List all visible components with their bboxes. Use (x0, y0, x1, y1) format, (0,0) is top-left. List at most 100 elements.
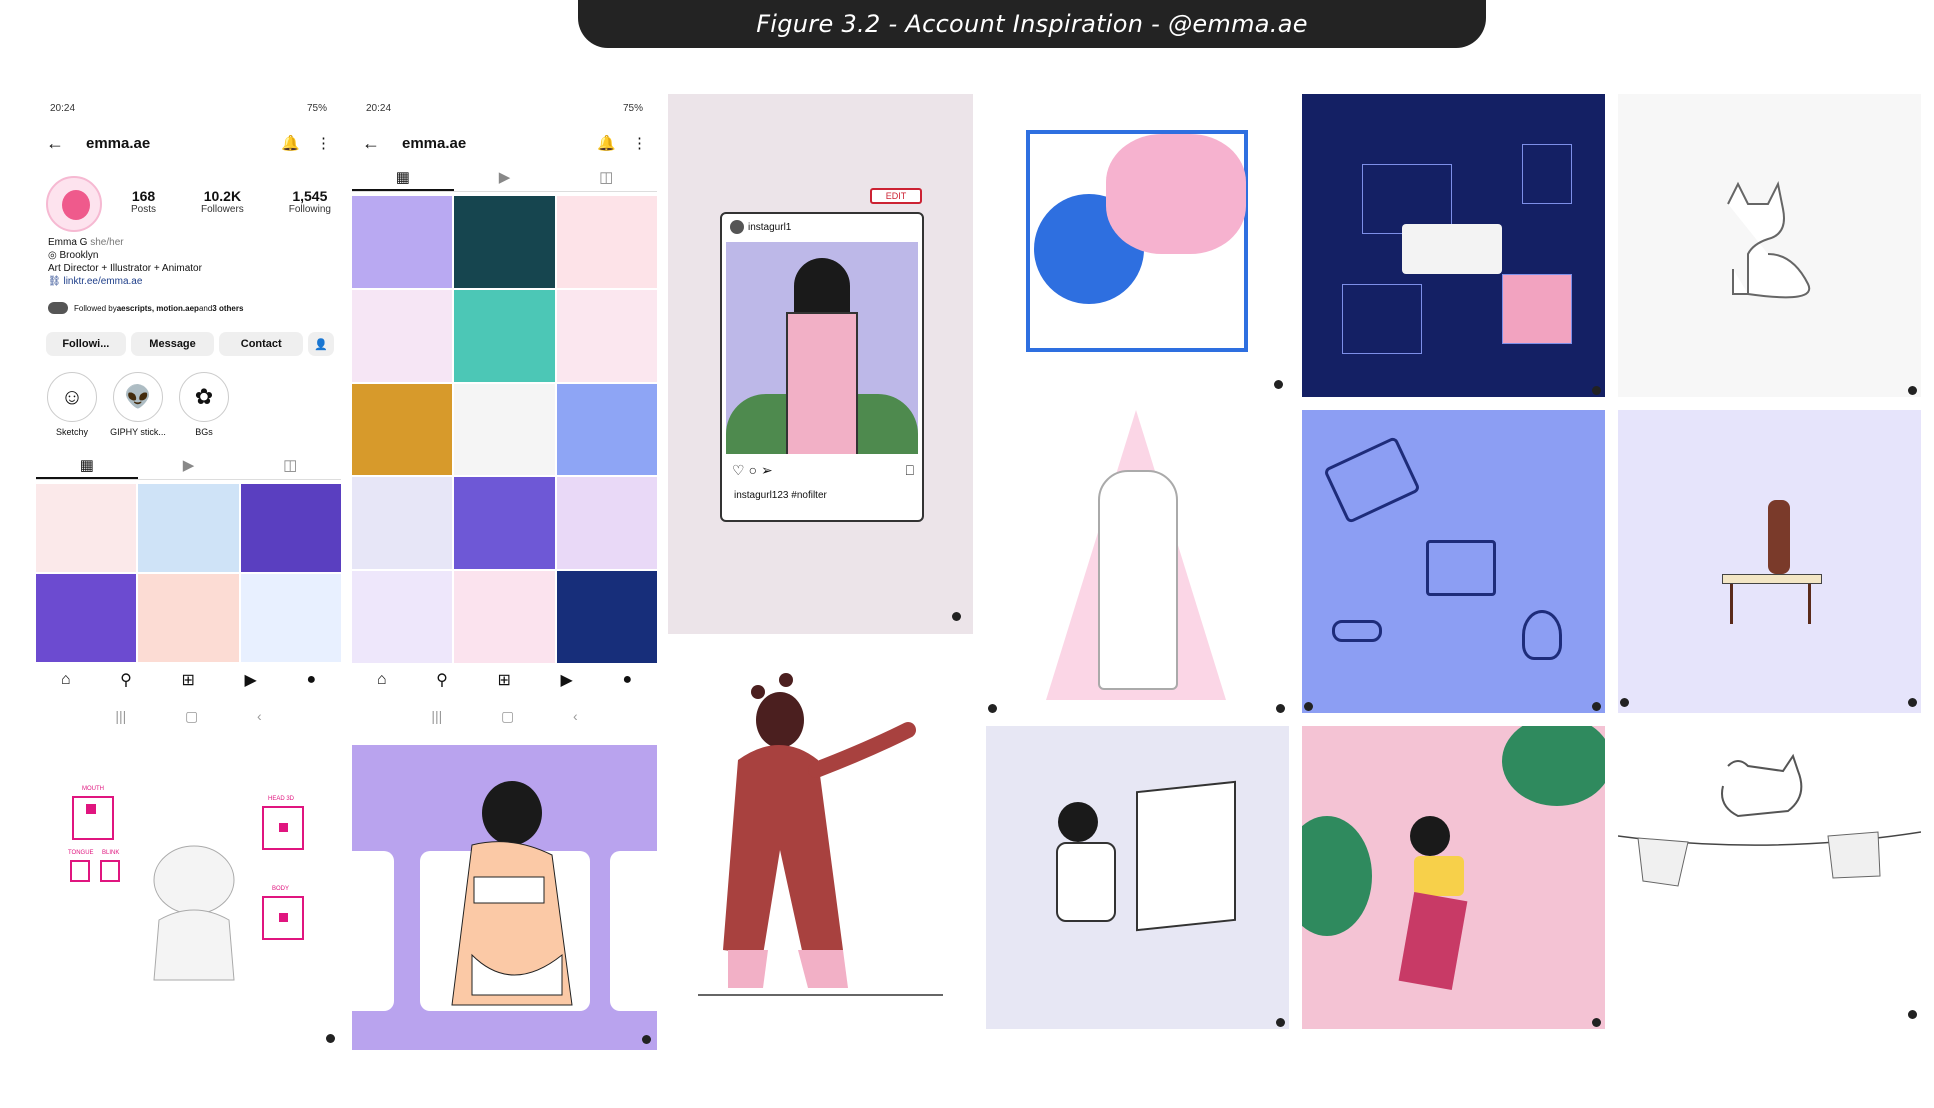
rig-control-head[interactable] (262, 806, 304, 850)
stat-posts[interactable]: 168 Posts (131, 188, 156, 215)
illustration-easel-artist (986, 726, 1289, 1029)
stat-followers[interactable]: 10.2K Followers (201, 188, 244, 215)
status-bar: 20:24 75% (36, 103, 341, 114)
sound-icon[interactable] (1304, 702, 1313, 711)
share-icon[interactable]: ➢ (761, 462, 777, 478)
rig-control-body[interactable] (262, 896, 304, 940)
sound-icon[interactable] (1620, 698, 1629, 707)
sound-icon[interactable] (326, 1034, 335, 1043)
avatar[interactable] (46, 176, 102, 232)
rig-control-mouth[interactable] (72, 796, 114, 840)
search-icon[interactable]: ⚲ (120, 670, 132, 690)
add-post-icon[interactable]: ⊞ (497, 670, 510, 690)
system-back-icon[interactable]: ‹ (573, 708, 578, 724)
sound-icon[interactable] (642, 1035, 651, 1044)
profile-header: ← emma.ae 🔔 ⋮ (352, 130, 657, 156)
following-button[interactable]: Followi... (46, 332, 126, 356)
sound-icon[interactable] (1274, 380, 1283, 389)
bell-icon[interactable]: 🔔 (281, 134, 300, 152)
message-button[interactable]: Message (130, 332, 215, 356)
followed-by[interactable]: Followed by aescripts, motion.aep and 3 … (48, 302, 243, 314)
system-nav: ||| ▢ ‹ (352, 706, 657, 726)
bell-icon[interactable]: 🔔 (597, 134, 616, 152)
grid-post[interactable] (352, 477, 453, 570)
grid-post[interactable] (352, 383, 453, 476)
more-options-icon[interactable]: ⋮ (316, 134, 331, 152)
home-button-icon[interactable]: ▢ (501, 708, 514, 725)
grid-tab-icon[interactable]: ▦ (352, 166, 454, 191)
grid-post[interactable] (138, 484, 239, 572)
bookmark-icon[interactable]: ⎕ (906, 462, 914, 479)
sound-icon[interactable] (1908, 1010, 1917, 1019)
grid-post[interactable] (352, 196, 453, 288)
grid-post[interactable] (556, 571, 657, 663)
sound-icon[interactable] (1908, 698, 1917, 707)
illustration-figure-lavender (322, 745, 682, 1050)
stat-following[interactable]: 1,545 Following (289, 188, 331, 215)
home-icon[interactable]: ⌂ (377, 671, 387, 689)
grid-post[interactable] (454, 477, 555, 570)
reels-tab-icon[interactable]: ▶ (454, 166, 556, 191)
grid-post[interactable] (556, 196, 657, 288)
grid-post[interactable] (36, 574, 137, 662)
grid-post[interactable] (454, 289, 555, 382)
contact-button[interactable]: Contact (219, 332, 304, 356)
profile-stats: 168 Posts 10.2K Followers 1,545 Following (131, 188, 331, 215)
heart-icon[interactable]: ♡ (732, 462, 749, 478)
home-icon[interactable]: ⌂ (61, 671, 71, 689)
rig-label-mouth: MOUTH (82, 786, 104, 792)
add-person-icon[interactable]: 👤 (308, 332, 334, 356)
grid-post[interactable] (240, 484, 341, 572)
rig-label-tongue: TONGUE (68, 850, 94, 856)
home-button-icon[interactable]: ▢ (185, 708, 198, 725)
system-back-icon[interactable]: ‹ (257, 708, 262, 724)
profile-icon[interactable]: ● (622, 671, 632, 689)
tagged-tab-icon[interactable]: ◫ (239, 454, 341, 479)
sound-icon[interactable] (1592, 1018, 1601, 1027)
grid-post[interactable] (556, 383, 657, 476)
rig-control-blink[interactable] (100, 860, 120, 882)
recent-apps-icon[interactable]: ||| (431, 708, 442, 724)
sound-icon[interactable] (1276, 704, 1285, 713)
highlight-giphy[interactable]: 👽 GIPHY stick... (108, 372, 168, 437)
tagged-tab-icon[interactable]: ◫ (555, 166, 657, 191)
bio-pronouns: she/her (90, 237, 124, 248)
profile-tabs: ▦ ▶ ◫ (352, 166, 657, 192)
sound-icon[interactable] (1592, 386, 1601, 395)
highlight-sketchy[interactable]: ☺ Sketchy (42, 372, 102, 437)
grid-post[interactable] (454, 196, 555, 288)
grid-post[interactable] (138, 574, 239, 662)
grid-post[interactable] (352, 289, 453, 382)
highlight-bgs[interactable]: ✿ BGs (174, 372, 234, 437)
comment-icon[interactable]: ○ (749, 462, 761, 478)
grid-post[interactable] (36, 484, 137, 572)
recent-apps-icon[interactable]: ||| (115, 708, 126, 724)
profile-buttons: Followi... Message Contact 👤 (46, 332, 334, 356)
reels-icon[interactable]: ▶ (561, 670, 573, 690)
rig-control-tongue[interactable] (70, 860, 90, 882)
profile-icon[interactable]: ● (306, 671, 316, 689)
grid-post[interactable] (352, 571, 453, 663)
sound-icon[interactable] (1276, 1018, 1285, 1027)
more-options-icon[interactable]: ⋮ (632, 134, 647, 152)
sound-icon[interactable] (988, 704, 997, 713)
grid-post[interactable] (240, 574, 341, 662)
sound-icon[interactable] (1908, 386, 1917, 395)
search-icon[interactable]: ⚲ (436, 670, 448, 690)
grid-tab-icon[interactable]: ▦ (36, 454, 138, 479)
grid-post[interactable] (556, 289, 657, 382)
add-post-icon[interactable]: ⊞ (181, 670, 194, 690)
back-arrow-icon[interactable]: ← (362, 133, 402, 154)
reels-icon[interactable]: ▶ (245, 670, 257, 690)
illustration-balance-beam (1618, 410, 1921, 713)
bio-link[interactable]: linktr.ee/emma.ae (63, 276, 142, 287)
profile-tabs: ▦ ▶ ◫ (36, 454, 341, 480)
sound-icon[interactable] (952, 612, 961, 621)
grid-post[interactable] (454, 383, 555, 476)
grid-post[interactable] (556, 477, 657, 570)
grid-post[interactable] (454, 571, 555, 663)
post-grid (36, 484, 341, 662)
back-arrow-icon[interactable]: ← (46, 133, 86, 154)
reels-tab-icon[interactable]: ▶ (138, 454, 240, 479)
sound-icon[interactable] (1592, 702, 1601, 711)
